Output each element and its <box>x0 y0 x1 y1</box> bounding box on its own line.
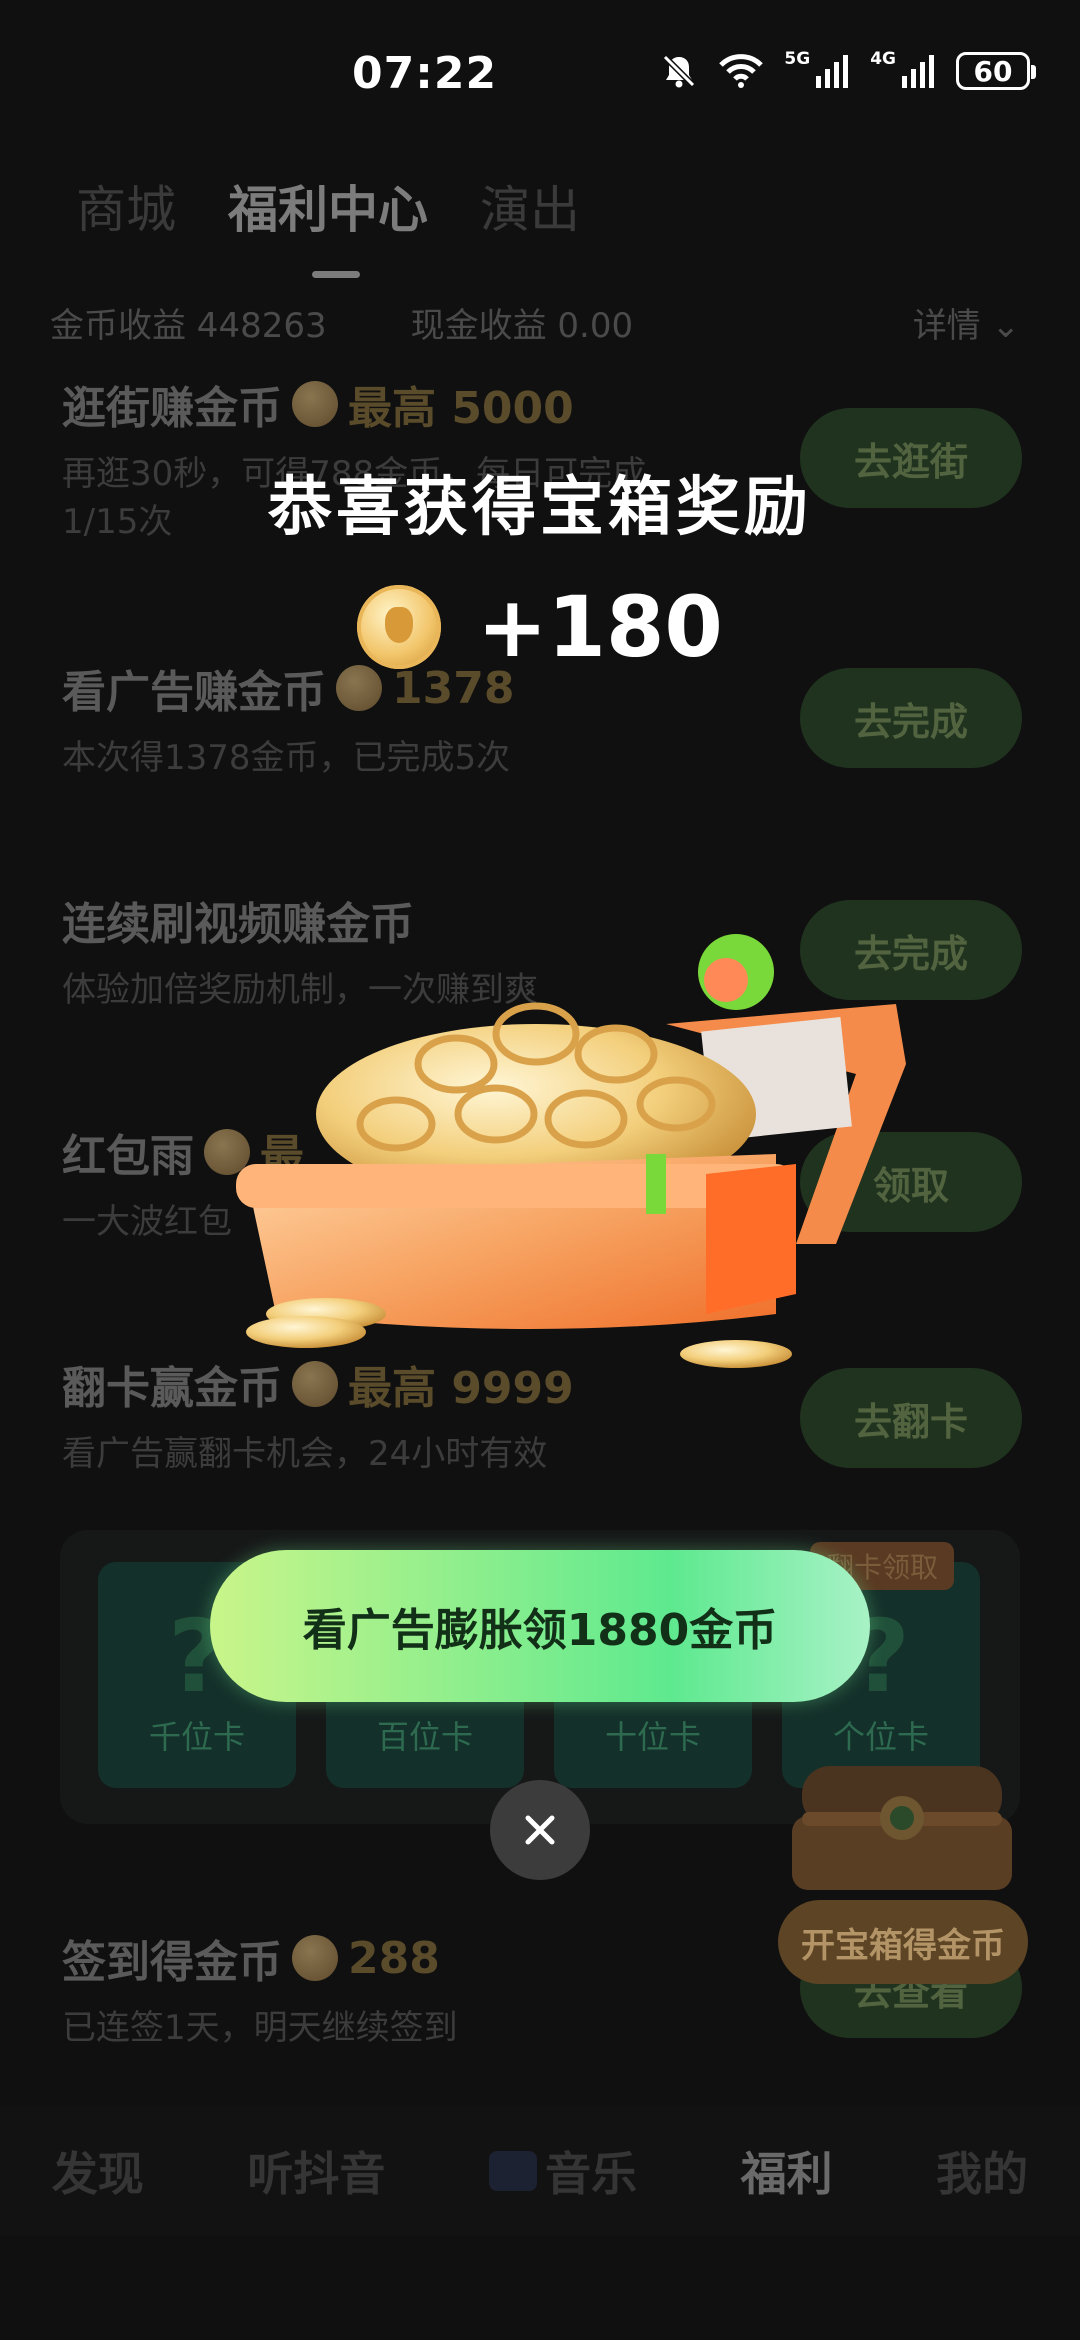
popup-title: 恭喜获得宝箱奖励 <box>268 471 812 545</box>
detail-label: 详情 <box>912 306 981 346</box>
gold-coin-icon <box>357 585 442 669</box>
tab-shows[interactable]: 演出 <box>480 170 580 242</box>
network-5g-label: 5G <box>784 49 811 69</box>
card-label: 千位卡 <box>148 1718 245 1756</box>
music-icon <box>488 2151 537 2191</box>
coin-icon <box>292 1935 338 1981</box>
task-reward: 最高 5000 <box>348 383 574 434</box>
coin-earnings: 金币收益 448263 <box>50 306 327 346</box>
card-label: 个位卡 <box>832 1718 929 1756</box>
treasure-chest-icon <box>236 934 906 1368</box>
cash-earnings: 现金收益 0.00 <box>410 306 634 346</box>
chevron-down-icon: ⌄ <box>991 306 1021 346</box>
floating-chest-icon[interactable] <box>782 1756 1022 1896</box>
earnings-bar: 金币收益 448263 现金收益 0.00 详情 ⌄ <box>50 298 1030 347</box>
tab-welfare-center[interactable]: 福利中心 <box>228 170 428 278</box>
nav-music[interactable]: 音乐 <box>488 2138 637 2204</box>
task-title: 签到得金币 <box>62 1937 282 1988</box>
task-title: 红包雨 <box>62 1131 194 1182</box>
coin-icon <box>292 381 338 427</box>
popup-reward: +180 <box>0 578 1080 676</box>
status-bar: 07:22 5G 4G 60 <box>0 0 1080 150</box>
card-label: 百位卡 <box>376 1718 473 1756</box>
close-button[interactable] <box>490 1780 590 1880</box>
status-icons: 5G 4G 60 <box>660 49 1036 90</box>
tab-shop[interactable]: 商城 <box>76 170 176 242</box>
watch-ad-boost-button[interactable]: 看广告膨胀领1880金币 <box>210 1550 870 1702</box>
nav-listen[interactable]: 听抖音 <box>247 2138 385 2204</box>
signal-4g-icon <box>902 55 934 88</box>
open-chest-button[interactable]: 开宝箱得金币 <box>778 1900 1028 1984</box>
detail-link[interactable]: 详情 ⌄ <box>913 298 1020 347</box>
mute-bell-icon <box>663 54 696 88</box>
nav-welfare[interactable]: 福利 <box>741 2138 833 2204</box>
reward-amount: +180 <box>477 578 723 676</box>
nav-discover[interactable]: 发现 <box>52 2138 144 2204</box>
nav-mine[interactable]: 我的 <box>936 2138 1028 2204</box>
battery-indicator: 60 <box>956 52 1036 90</box>
card-label: 十位卡 <box>604 1718 701 1756</box>
status-time: 07:22 <box>352 48 498 99</box>
network-4g-label: 4G <box>870 49 896 69</box>
top-tabs: 商城 福利中心 演出 <box>76 170 580 278</box>
nav-music-label: 音乐 <box>544 2147 637 2201</box>
bottom-nav: 发现 听抖音 音乐 福利 我的 <box>0 2106 1080 2236</box>
task-reward: 288 <box>348 1932 440 1984</box>
task-title: 逛街赚金币 <box>62 383 282 434</box>
close-icon <box>525 1815 555 1845</box>
wifi-icon <box>719 54 764 88</box>
signal-5g-icon <box>816 55 849 88</box>
complete-ads-button[interactable]: 去完成 <box>800 668 1022 768</box>
